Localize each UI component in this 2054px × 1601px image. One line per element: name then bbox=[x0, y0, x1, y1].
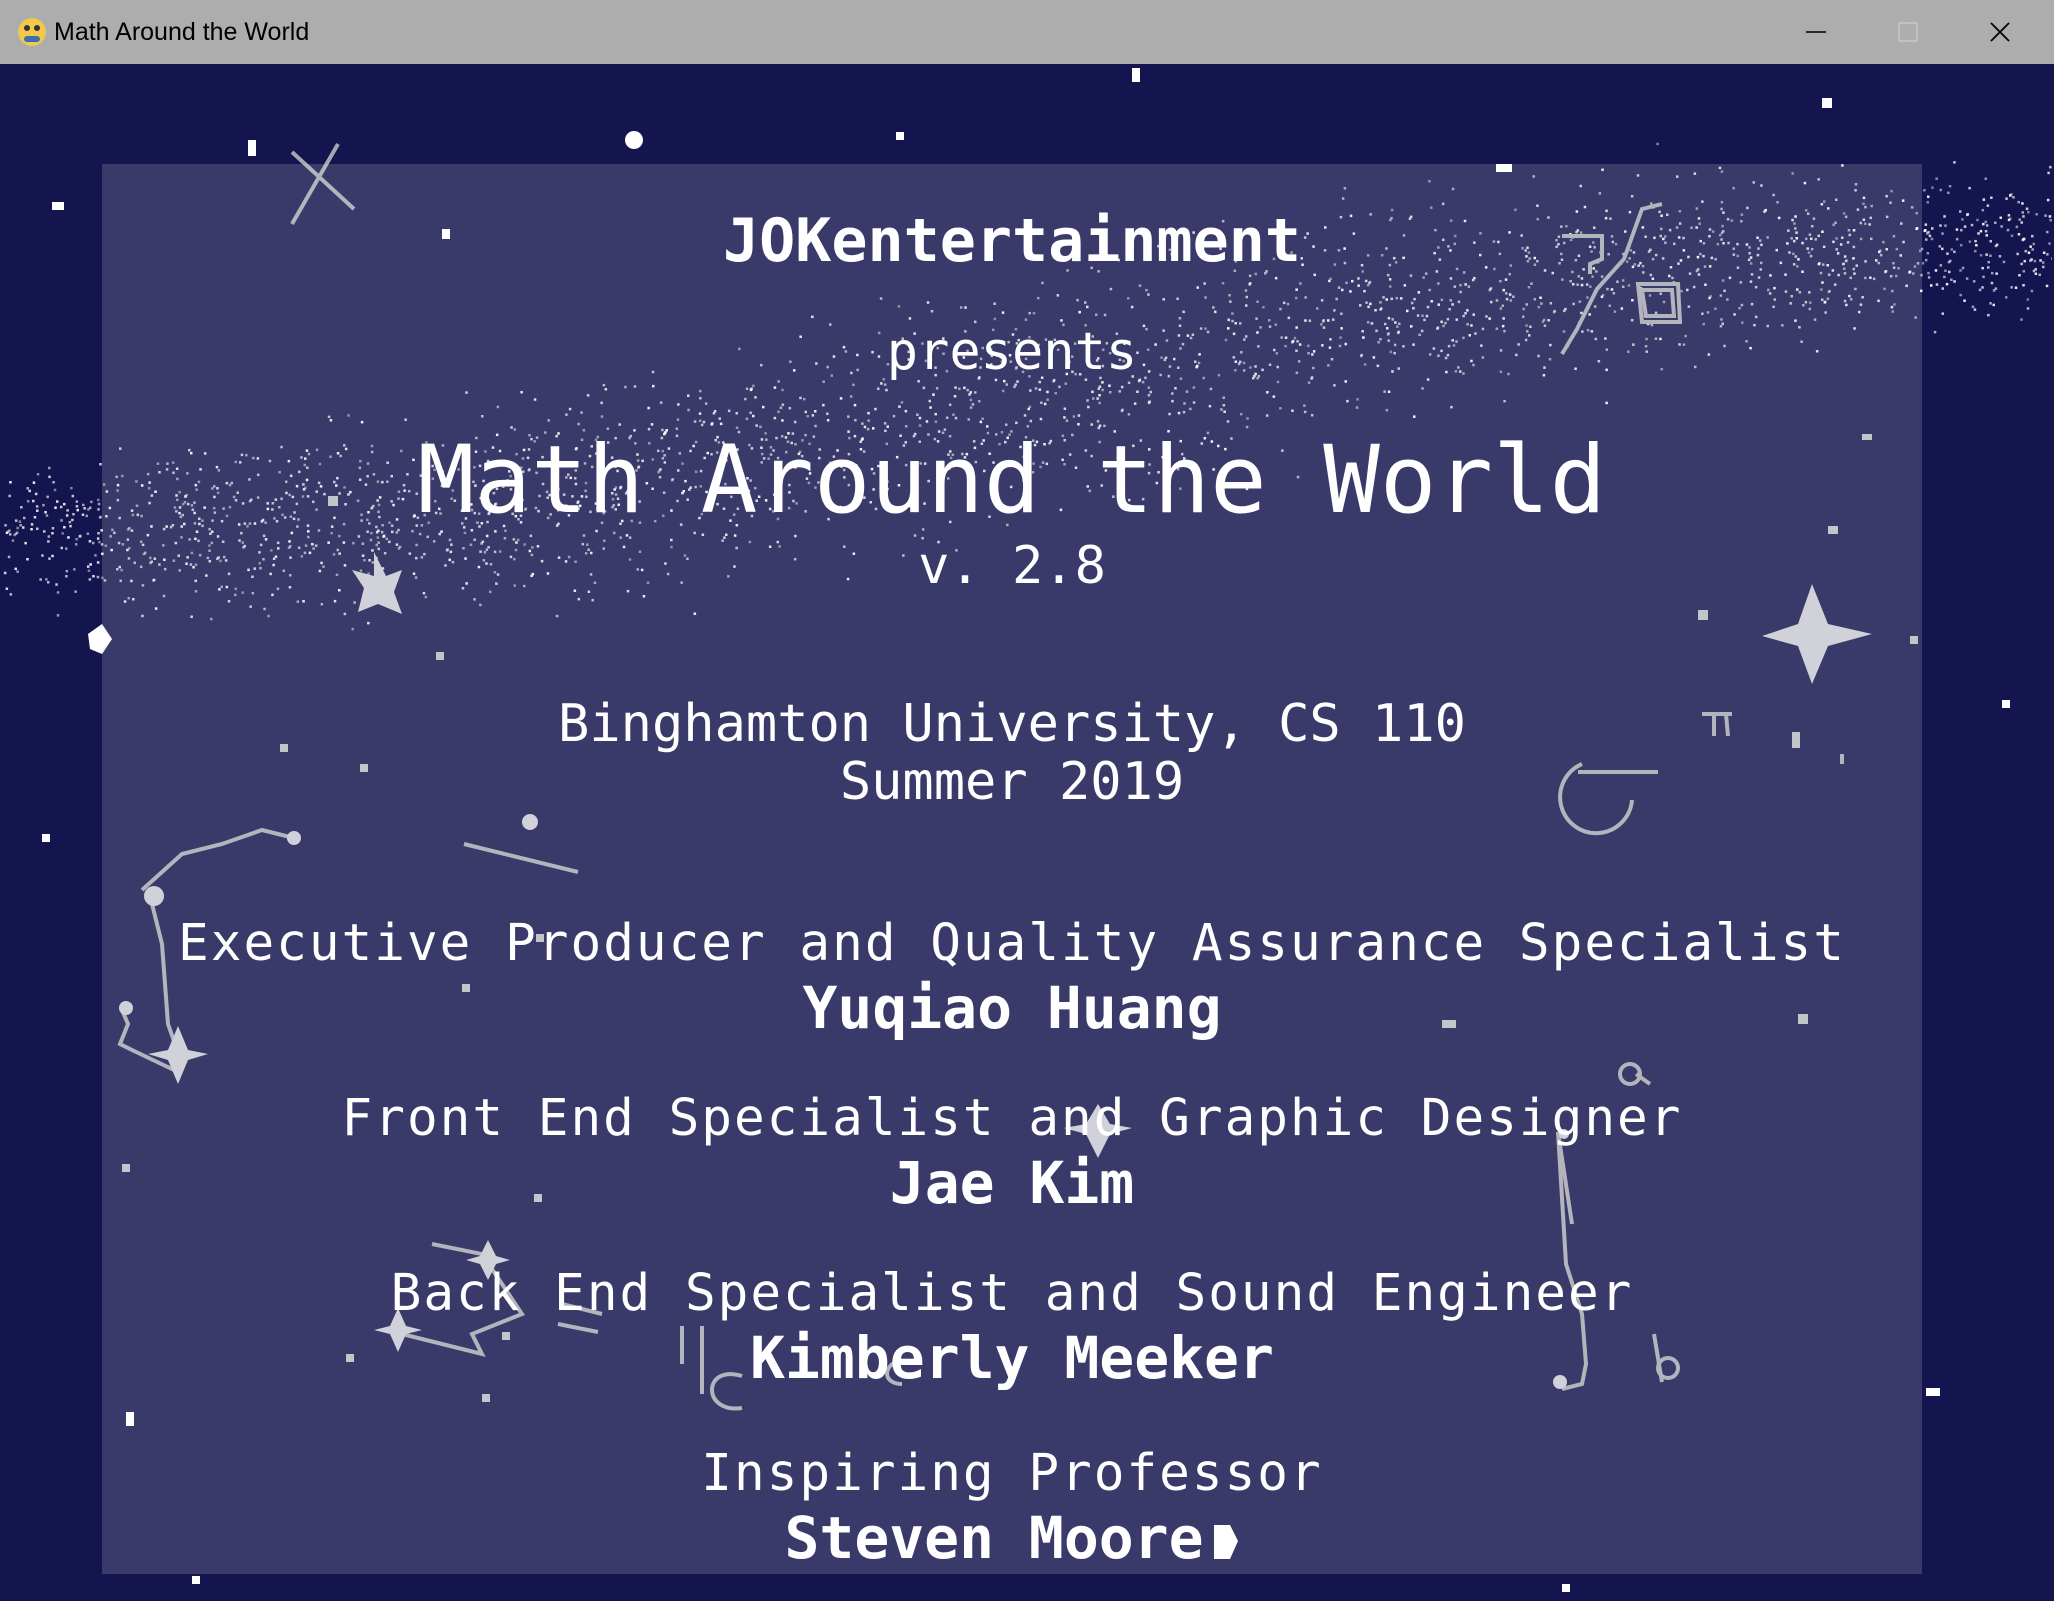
minimize-button[interactable] bbox=[1770, 0, 1862, 64]
staff-name-row: Steven Moore bbox=[102, 1504, 1922, 1572]
maximize-icon bbox=[1898, 22, 1918, 42]
institution-label: Binghamton University, CS 110 bbox=[558, 694, 1466, 754]
staff-name: Kimberly Meeker bbox=[750, 1324, 1274, 1392]
python-icon bbox=[18, 18, 46, 46]
close-button[interactable] bbox=[1954, 0, 2046, 64]
staff-name: Steven Moore bbox=[784, 1504, 1204, 1572]
game-viewport[interactable]: JOKentertainment presents Math Around th… bbox=[2, 64, 2052, 1599]
staff-role: Inspiring Professor bbox=[701, 1444, 1323, 1503]
mouse-cursor-icon bbox=[1213, 1524, 1238, 1559]
staff-role: Back End Specialist and Sound Engineer bbox=[390, 1264, 1634, 1323]
credits-content: JOKentertainment presents Math Around th… bbox=[102, 164, 1922, 1574]
maximize-button[interactable] bbox=[1862, 0, 1954, 64]
presents-label: presents bbox=[886, 322, 1138, 382]
minimize-icon bbox=[1806, 31, 1826, 33]
staff-role: Front End Specialist and Graphic Designe… bbox=[341, 1089, 1683, 1148]
game-title: Math Around the World bbox=[417, 426, 1607, 535]
close-icon bbox=[1990, 22, 2010, 42]
company-name: JOKentertainment bbox=[723, 206, 1301, 276]
version-label: v. 2.8 bbox=[918, 536, 1106, 596]
staff-role: Executive Producer and Quality Assurance… bbox=[178, 914, 1846, 973]
window-title: Math Around the World bbox=[54, 18, 310, 46]
window-titlebar: Math Around the World bbox=[0, 0, 2054, 64]
staff-name: Jae Kim bbox=[889, 1149, 1135, 1217]
term-label: Summer 2019 bbox=[839, 752, 1185, 812]
staff-name: Yuqiao Huang bbox=[802, 974, 1222, 1042]
